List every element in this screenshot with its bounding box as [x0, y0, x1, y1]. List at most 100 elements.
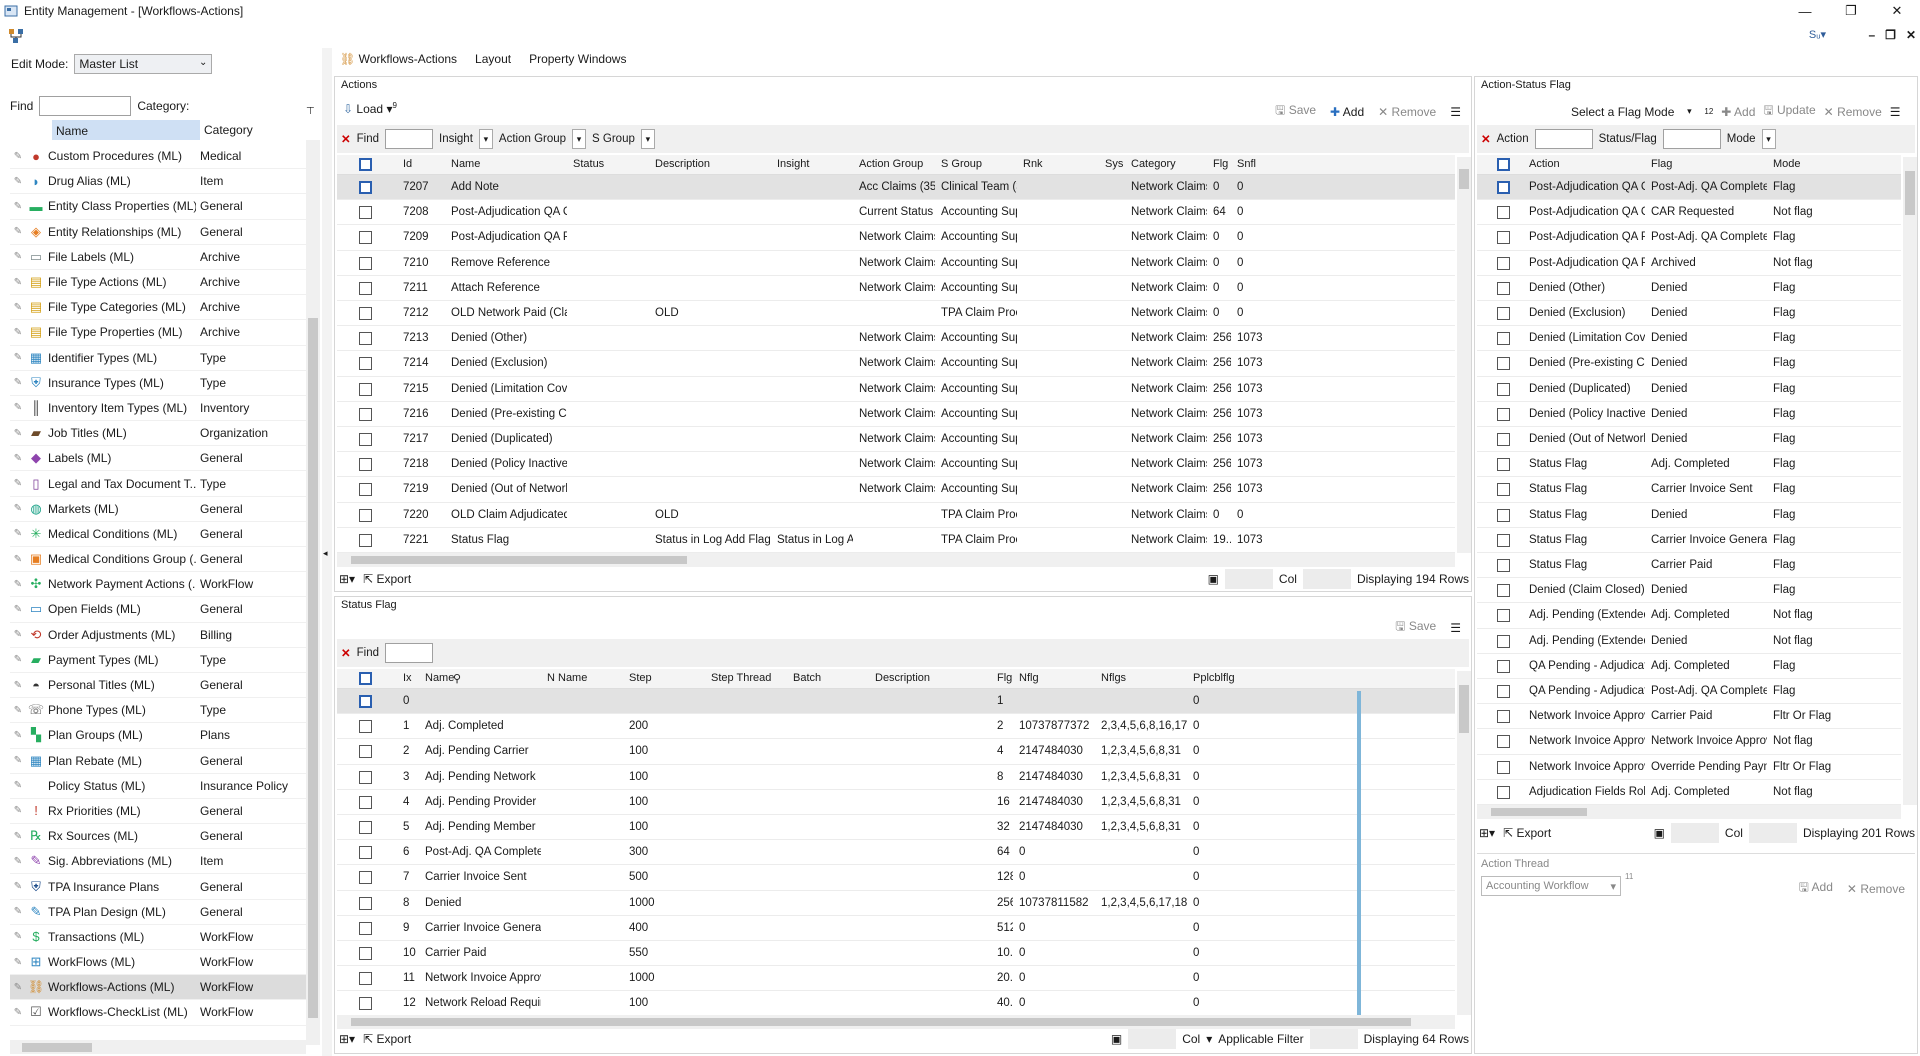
- row-checkbox[interactable]: [1497, 735, 1510, 749]
- edit-icon[interactable]: ✎: [10, 478, 26, 489]
- table-row[interactable]: Network Invoice Approval P... Network Inv…: [1477, 729, 1901, 755]
- table-row[interactable]: 7 Carrier Invoice Sent 500 128 0 0: [337, 865, 1455, 891]
- horizontal-scrollbar[interactable]: [10, 1040, 306, 1054]
- row-checkbox[interactable]: [359, 846, 372, 860]
- grid-options-icon[interactable]: ⊞▾: [1479, 826, 1495, 840]
- table-row[interactable]: Adj. Pending (Extended Ra... Denied Not fl…: [1477, 629, 1901, 654]
- column-header[interactable]: Rnk: [1023, 158, 1043, 170]
- row-checkbox[interactable]: [1497, 559, 1510, 572]
- edit-icon[interactable]: ✎: [10, 1007, 26, 1018]
- asf-horizontal-scrollbar[interactable]: [1477, 805, 1901, 819]
- table-row[interactable]: Denied (Pre-existing Conditi... Denied Fla…: [1477, 351, 1901, 377]
- table-row[interactable]: Denied (Out of Network) Denied Flag: [1477, 427, 1901, 453]
- add-button[interactable]: ✚ Add: [1330, 105, 1364, 119]
- column-header[interactable]: Snfl: [1237, 158, 1256, 170]
- splitter[interactable]: ◂: [322, 48, 332, 1056]
- row-checkbox[interactable]: [359, 821, 372, 834]
- user-menu-icon[interactable]: Sᵤ▾: [1809, 28, 1826, 41]
- clear-filter-icon[interactable]: ✕: [341, 646, 351, 660]
- list-item[interactable]: ✎ ◓ Personal Titles (ML) General: [10, 673, 308, 699]
- edit-icon[interactable]: ✎: [10, 327, 26, 338]
- row-checkbox[interactable]: [359, 533, 372, 547]
- table-row[interactable]: 3 Adj. Pending Network 100 8 2147484030 1,2,3…: [337, 765, 1455, 790]
- table-row[interactable]: Post-Adjudication QA Compl... Post-Adj. Q…: [1477, 175, 1901, 201]
- row-checkbox[interactable]: [359, 181, 372, 194]
- tab-workflows-actions[interactable]: ⛓ Workflows-Actions: [340, 52, 457, 66]
- list-item[interactable]: ✎ ☏ Phone Types (ML) Type: [10, 698, 308, 724]
- column-header[interactable]: Step Thread: [711, 672, 771, 684]
- mdi-minimize-button[interactable]: –: [1868, 28, 1875, 42]
- column-header[interactable]: Nflgs: [1101, 672, 1126, 684]
- list-item[interactable]: ✎ ▭ Open Fields (ML) General: [10, 597, 308, 623]
- action-filter-input[interactable]: [1534, 129, 1593, 149]
- edit-icon[interactable]: ✎: [10, 428, 26, 439]
- table-row[interactable]: Denied (Claim Closed) Denied Flag: [1477, 578, 1901, 604]
- list-item[interactable]: ✎ ⛨ TPA Insurance Plans General: [10, 874, 308, 900]
- edit-icon[interactable]: ✎: [10, 629, 26, 640]
- collapse-arrow-icon[interactable]: ◂: [323, 548, 328, 559]
- grid-options-icon[interactable]: ⊞▾: [339, 572, 355, 586]
- table-row[interactable]: 7208 Post-Adjudication QA Compl... Current…: [337, 200, 1455, 226]
- row-checkbox[interactable]: [1497, 231, 1510, 245]
- select-all-checkbox[interactable]: [1497, 158, 1510, 171]
- list-item[interactable]: ✎ ▬ Entity Class Properties (ML) General: [10, 194, 308, 220]
- list-item[interactable]: ✎ ▣ Medical Conditions Group (... General: [10, 547, 308, 573]
- column-header[interactable]: Batch: [793, 672, 821, 684]
- status-flag-vertical-scrollbar[interactable]: [1457, 671, 1471, 1015]
- row-checkbox[interactable]: [359, 483, 372, 497]
- row-checkbox[interactable]: [359, 720, 372, 734]
- table-row[interactable]: 7218 Denied (Policy Inactive) Network Clai…: [337, 452, 1455, 478]
- column-header[interactable]: Flg: [1213, 158, 1228, 170]
- asf-vertical-scrollbar[interactable]: [1903, 157, 1917, 805]
- remove-button[interactable]: ✕ Remove: [1824, 105, 1882, 119]
- col-box[interactable]: [1224, 569, 1273, 589]
- edit-icon[interactable]: ✎: [10, 881, 26, 892]
- row-checkbox[interactable]: [1497, 281, 1510, 295]
- column-header[interactable]: Status: [573, 158, 604, 170]
- table-row[interactable]: 2 Adj. Pending Carrier 100 4 2147484030 1,2,3…: [337, 739, 1455, 765]
- row-checkbox[interactable]: [1497, 533, 1510, 547]
- list-item[interactable]: ✎ ◆ Labels (ML) General: [10, 446, 308, 472]
- export-button[interactable]: ⇱ Export: [363, 1032, 411, 1046]
- table-row[interactable]: Denied (Limitation Coverage) Denied Flag: [1477, 326, 1901, 352]
- table-row[interactable]: Status Flag Carrier Paid Flag: [1477, 553, 1901, 579]
- row-checkbox[interactable]: [1497, 785, 1510, 799]
- column-chooser-icon[interactable]: ☰: [1450, 105, 1461, 119]
- table-row[interactable]: 7219 Denied (Out of Network) Network Claim…: [337, 477, 1455, 503]
- table-row[interactable]: 7207 Add Note Acc Claims (35), ... Clinical…: [337, 175, 1455, 201]
- mode-filter-dropdown[interactable]: ▾: [1761, 129, 1776, 149]
- list-item[interactable]: ✎ $ Transactions (ML) WorkFlow: [10, 925, 308, 950]
- table-row[interactable]: Status Flag Denied Flag: [1477, 503, 1901, 528]
- list-item[interactable]: ✎ ▰ Payment Types (ML) Type: [10, 648, 308, 673]
- table-row[interactable]: 7209 Post-Adjudication QA Pending Network …: [337, 225, 1455, 251]
- add-button[interactable]: ✚ Add: [1721, 105, 1755, 119]
- search-columns-icon[interactable]: ⚲: [453, 672, 461, 685]
- tab-layout[interactable]: Layout: [475, 52, 511, 66]
- list-item[interactable]: ✎ ✎ Sig. Abbreviations (ML) Item: [10, 849, 308, 875]
- export-button[interactable]: ⇱ Export: [1503, 826, 1551, 840]
- table-row[interactable]: 9 Carrier Invoice Generated 400 512 0 0: [337, 916, 1455, 941]
- row-checkbox[interactable]: [359, 795, 372, 809]
- table-row[interactable]: 8 Denied 1000 256 10737811582 1,2,3,4,5,6,17,…: [337, 891, 1455, 916]
- row-checkbox[interactable]: [1497, 609, 1510, 623]
- list-item[interactable]: ✎ ◍ Markets (ML) General: [10, 497, 308, 522]
- select-all-checkbox[interactable]: [359, 158, 372, 171]
- table-row[interactable]: Network Invoice Approval P... Carrier Pai…: [1477, 704, 1901, 730]
- edit-icon[interactable]: ✎: [10, 226, 26, 237]
- row-checkbox[interactable]: [359, 947, 372, 960]
- column-header[interactable]: Nflg: [1019, 672, 1039, 684]
- edit-icon[interactable]: ✎: [10, 982, 26, 993]
- save-button[interactable]: 🖫 Save: [1395, 617, 1436, 638]
- save-button[interactable]: 🖫 Save: [1275, 101, 1316, 122]
- row-checkbox[interactable]: [1497, 256, 1510, 270]
- column-header[interactable]: Id: [403, 158, 412, 170]
- row-checkbox[interactable]: [1497, 659, 1510, 673]
- row-checkbox[interactable]: [1497, 685, 1510, 698]
- grid-options-icon[interactable]: ⊞▾: [339, 1032, 355, 1046]
- remove-button[interactable]: ✕ Remove: [1378, 105, 1436, 119]
- table-row[interactable]: Denied (Duplicated) Denied Flag: [1477, 377, 1901, 402]
- column-header[interactable]: Pplcblflg: [1193, 672, 1235, 684]
- edit-icon[interactable]: ✎: [10, 805, 26, 816]
- edit-icon[interactable]: ✎: [10, 604, 26, 615]
- column-header[interactable]: Flg: [997, 672, 1012, 684]
